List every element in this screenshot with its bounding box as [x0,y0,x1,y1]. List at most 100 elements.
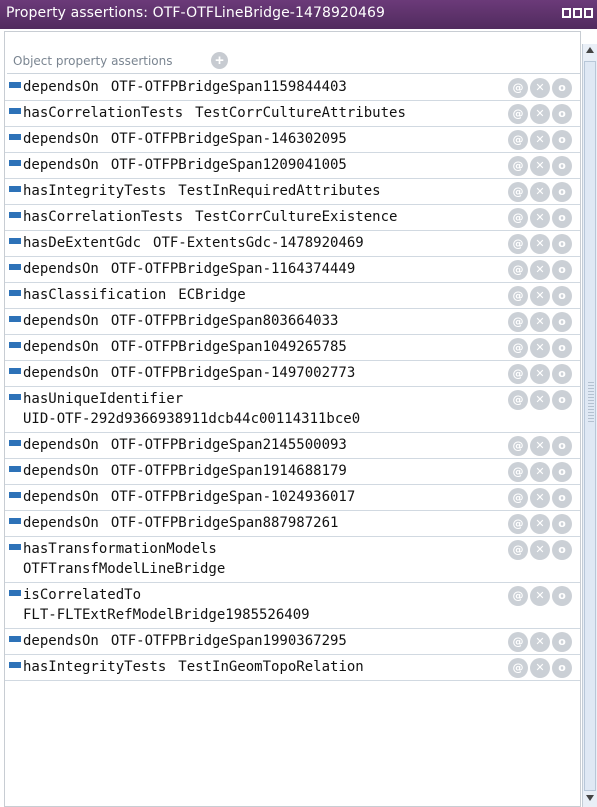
plus-circle-icon[interactable]: + [211,52,228,69]
annotate-icon[interactable]: @ [508,514,528,534]
delete-icon[interactable]: ✕ [530,312,550,332]
annotate-icon[interactable]: @ [508,208,528,228]
edit-icon[interactable]: o [552,514,572,534]
edit-icon[interactable]: o [552,78,572,98]
assertion-row[interactable]: dependsOn OTF-OTFPBridgeSpan1990367295 @ ✕ o [5,629,580,655]
assertion-row[interactable]: dependsOn OTF-OTFPBridgeSpan1209041005 @ ✕ o [5,153,580,179]
delete-icon[interactable]: ✕ [530,234,550,254]
annotate-icon[interactable]: @ [508,156,528,176]
maximize-icon[interactable] [584,8,593,18]
delete-icon[interactable]: ✕ [530,488,550,508]
annotate-icon[interactable]: @ [508,104,528,124]
delete-icon[interactable]: ✕ [530,632,550,652]
edit-icon[interactable]: o [552,658,572,678]
edit-icon[interactable]: o [552,488,572,508]
delete-icon[interactable]: ✕ [530,130,550,150]
annotate-icon[interactable]: @ [508,260,528,280]
delete-icon[interactable]: ✕ [530,462,550,482]
assertion-row[interactable]: dependsOn OTF-OTFPBridgeSpan1914688179 @ ✕ o [5,459,580,485]
object-property-icon [9,518,21,524]
assertion-row[interactable]: dependsOn OTF-OTFPBridgeSpan2145500093 @ ✕ o [5,433,580,459]
assertion-row[interactable]: dependsOn OTF-OTFPBridgeSpan1049265785 @ ✕ o [5,335,580,361]
edit-icon[interactable]: o [552,130,572,150]
edit-icon[interactable]: o [552,338,572,358]
delete-icon[interactable]: ✕ [530,208,550,228]
assertion-text: dependsOn OTF-OTFPBridgeSpan1914688179 [23,463,347,479]
annotate-icon[interactable]: @ [508,632,528,652]
vertical-scrollbar[interactable] [582,44,597,807]
edit-icon[interactable]: o [552,436,572,456]
delete-icon[interactable]: ✕ [530,436,550,456]
annotate-icon[interactable]: @ [508,364,528,384]
assertion-row[interactable]: dependsOn OTF-OTFPBridgeSpan-146302095 @ ✕ o [5,127,580,153]
annotate-icon[interactable]: @ [508,234,528,254]
edit-icon[interactable]: o [552,104,572,124]
delete-icon[interactable]: ✕ [530,338,550,358]
assertion-row[interactable]: hasDeExtentGdc OTF-ExtentsGdc-1478920469 @… [5,231,580,257]
assertion-row[interactable]: dependsOn OTF-OTFPBridgeSpan887987261 @ ✕ o [5,511,580,537]
assertion-row[interactable]: isCorrelatedTo FLT-FLTExtRefModelBridge19… [5,583,580,629]
delete-icon[interactable]: ✕ [530,586,550,606]
edit-icon[interactable]: o [552,312,572,332]
assertion-row[interactable]: dependsOn OTF-OTFPBridgeSpan1159844403 @ ✕ o [5,75,580,101]
annotate-icon[interactable]: @ [508,488,528,508]
annotate-icon[interactable]: @ [508,586,528,606]
delete-icon[interactable]: ✕ [530,260,550,280]
annotate-icon[interactable]: @ [508,182,528,202]
annotate-icon[interactable]: @ [508,312,528,332]
edit-icon[interactable]: o [552,260,572,280]
row-actions: @ ✕ o [508,260,572,280]
delete-icon[interactable]: ✕ [530,286,550,306]
delete-icon[interactable]: ✕ [530,658,550,678]
assertion-row[interactable]: dependsOn OTF-OTFPBridgeSpan-1497002773 @ ✕… [5,361,580,387]
row-actions: @ ✕ o [508,130,572,150]
annotate-icon[interactable]: @ [508,540,528,560]
assertion-row[interactable]: hasIntegrityTests TestInRequiredAttribute… [5,179,580,205]
annotate-icon[interactable]: @ [508,78,528,98]
assertion-row[interactable]: dependsOn OTF-OTFPBridgeSpan-1164374449 @ ✕… [5,257,580,283]
edit-icon[interactable]: o [552,632,572,652]
delete-icon[interactable]: ✕ [530,182,550,202]
annotate-icon[interactable]: @ [508,462,528,482]
edit-icon[interactable]: o [552,182,572,202]
edit-icon[interactable]: o [552,364,572,384]
row-actions: @ ✕ o [508,364,572,384]
scroll-down-icon[interactable] [586,795,594,801]
scroll-up-icon[interactable] [586,47,594,53]
property-value: OTF-OTFPBridgeSpan-146302095 [110,131,347,147]
assertion-row[interactable]: hasIntegrityTests TestInGeomTopoRelation @… [5,655,580,681]
delete-icon[interactable]: ✕ [530,514,550,534]
assertion-row[interactable]: dependsOn OTF-OTFPBridgeSpan803664033 @ ✕ o [5,309,580,335]
delete-icon[interactable]: ✕ [530,364,550,384]
edit-icon[interactable]: o [552,390,572,410]
assertion-row[interactable]: dependsOn OTF-OTFPBridgeSpan-1024936017 @ ✕… [5,485,580,511]
restore-icon[interactable] [562,8,571,18]
annotate-icon[interactable]: @ [508,390,528,410]
scrollbar-thumb[interactable] [584,61,596,791]
assertion-row[interactable]: hasTransformationModels OTFTransfModelLin… [5,537,580,583]
edit-icon[interactable]: o [552,234,572,254]
property-value: OTF-OTFPBridgeSpan-1497002773 [110,365,356,381]
edit-icon[interactable]: o [552,286,572,306]
assertion-row[interactable]: hasCorrelationTests TestCorrCultureAttrib… [5,101,580,127]
assertion-row[interactable]: hasUniqueIdentifier UID-OTF-292d936693891… [5,387,580,433]
delete-icon[interactable]: ✕ [530,540,550,560]
edit-icon[interactable]: o [552,156,572,176]
annotate-icon[interactable]: @ [508,286,528,306]
annotate-icon[interactable]: @ [508,436,528,456]
assertion-row[interactable]: hasClassification ECBridge @ ✕ o [5,283,580,309]
edit-icon[interactable]: o [552,540,572,560]
annotate-icon[interactable]: @ [508,130,528,150]
delete-icon[interactable]: ✕ [530,156,550,176]
edit-icon[interactable]: o [552,462,572,482]
minimize-icon[interactable] [573,8,582,18]
annotate-icon[interactable]: @ [508,658,528,678]
edit-icon[interactable]: o [552,586,572,606]
delete-icon[interactable]: ✕ [530,78,550,98]
edit-icon[interactable]: o [552,208,572,228]
property-name: dependsOn [23,489,99,505]
assertion-row[interactable]: hasCorrelationTests TestCorrCultureExiste… [5,205,580,231]
delete-icon[interactable]: ✕ [530,390,550,410]
annotate-icon[interactable]: @ [508,338,528,358]
delete-icon[interactable]: ✕ [530,104,550,124]
